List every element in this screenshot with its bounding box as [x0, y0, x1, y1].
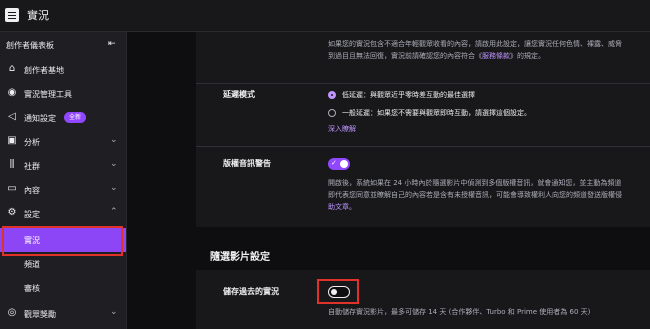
sidebar-item-label: 創作者基地 — [24, 66, 64, 75]
low-latency-option-text: 低延遲：與觀眾近乎零時差互動的最佳選擇 — [342, 91, 475, 99]
copyright-help-link[interactable]: 助文章。 — [328, 201, 356, 213]
normal-latency-radio[interactable] — [328, 109, 336, 117]
normal-latency-option-text: 一般延遲：如果您不需要與觀眾即時互動，請選擇這個設定。 — [342, 109, 531, 117]
sidebar-item-settings[interactable]: ⚙ 設定 ⌃ — [0, 202, 126, 226]
gear-icon: ⚙ — [7, 207, 17, 218]
divider — [196, 146, 650, 147]
sidebar-item-creator-home[interactable]: ⌂ 創作者基地 — [0, 58, 126, 82]
desc-text: 》的規定。 — [510, 52, 545, 60]
sidebar-item-label: 頻道 — [24, 260, 40, 269]
sidebar-item-label: 分析 — [24, 138, 40, 147]
main-content: 如果您的實況包含不適合年輕觀眾收看的內容，請啟用此設定，讓您實況任何色情、裸露、… — [127, 32, 650, 329]
chevron-up-icon: ⌃ — [110, 207, 118, 217]
sidebar-item-label: 社群 — [24, 162, 40, 171]
sidebar-subitem-moderation[interactable]: 審核 — [0, 276, 126, 300]
new-badge: 全新 — [64, 112, 87, 123]
highlight-box-toggle — [317, 279, 359, 304]
top-bar: 實況 — [0, 0, 650, 32]
copyright-audio-label: 版權音訊警告 — [223, 159, 271, 168]
sidebar-item-content[interactable]: ▭ 內容 ⌄ — [0, 178, 126, 202]
mature-content-desc-line1: 如果您的實況包含不適合年輕觀眾收看的內容，請啟用此設定，讓您實況任何色情、裸露、… — [328, 40, 622, 48]
broadcast-icon: ◉ — [7, 87, 17, 98]
learn-more-link[interactable]: 深入瞭解 — [328, 123, 356, 135]
megaphone-icon: ◁ — [8, 111, 16, 122]
desc-text: 到過目且無法回復，實況前請確認您的內容符合《 — [328, 52, 482, 60]
chevron-down-icon: ⌄ — [110, 307, 118, 317]
sidebar-title: 創作者儀表板 — [6, 41, 54, 50]
mature-content-desc-line2: 到過目且無法回復，實況前請確認您的內容符合《服務條款》的規定。 — [328, 50, 545, 62]
sidebar-item-label: 觀眾獎勵 — [24, 310, 56, 319]
highlight-box-sidebar — [2, 226, 123, 256]
copyright-audio-toggle[interactable]: ✓ — [328, 158, 350, 170]
sidebar: 創作者儀表板 ⇤ ⌂ 創作者基地 ◉ 實況管理工具 ◁ 通知設定 全新 ▣ 分析… — [0, 32, 127, 329]
page-title: 實況 — [27, 9, 49, 22]
check-icon: ✓ — [331, 159, 337, 167]
sidebar-item-label: 設定 — [24, 210, 40, 219]
collapse-sidebar-icon[interactable]: ⇤ — [108, 39, 116, 49]
hamburger-menu-icon[interactable] — [5, 8, 19, 22]
toggle-knob — [340, 160, 348, 168]
sidebar-item-label: 實況管理工具 — [24, 90, 72, 99]
community-icon: ⫼ — [9, 159, 15, 170]
sidebar-item-label: 審核 — [24, 284, 40, 293]
copyright-desc-line1: 開啟後，系統如果在 24 小時內於隨選影片中偵測到多個版權音訊，就會通知您，並主… — [328, 179, 622, 187]
save-past-broadcasts-desc: 自動儲存實況影片，最多可儲存 14 天 (合作夥伴、Turbo 和 Prime … — [328, 308, 591, 316]
low-latency-radio[interactable] — [328, 91, 336, 99]
analytics-icon: ▣ — [7, 135, 17, 146]
rewards-icon: ◎ — [7, 307, 17, 318]
vod-section-title: 隨選影片設定 — [210, 252, 270, 263]
sidebar-item-stream-manager[interactable]: ◉ 實況管理工具 — [0, 82, 126, 106]
sidebar-item-analytics[interactable]: ▣ 分析 ⌄ — [0, 130, 126, 154]
sidebar-item-label: 內容 — [24, 186, 40, 195]
sidebar-item-notifications[interactable]: ◁ 通知設定 全新 — [0, 106, 126, 130]
chevron-down-icon: ⌄ — [110, 159, 118, 169]
sidebar-item-community[interactable]: ⫼ 社群 ⌄ — [0, 154, 126, 178]
home-icon: ⌂ — [8, 63, 16, 74]
save-past-broadcasts-label: 儲存過去的實況 — [223, 287, 279, 296]
sidebar-item-viewer-rewards[interactable]: ◎ 觀眾獎勵 ⌄ — [0, 302, 126, 326]
chevron-down-icon: ⌄ — [110, 135, 118, 145]
latency-mode-label: 延遲模式 — [223, 90, 255, 99]
divider — [196, 83, 650, 84]
chevron-down-icon: ⌄ — [110, 183, 118, 193]
terms-of-service-link[interactable]: 服務條款 — [482, 52, 510, 60]
vod-settings-card: 儲存過去的實況 自動儲存實況影片，最多可儲存 14 天 (合作夥伴、Turbo … — [196, 270, 650, 329]
content-icon: ▭ — [7, 183, 17, 194]
stream-settings-card: 如果您的實況包含不適合年輕觀眾收看的內容，請啟用此設定，讓您實況任何色情、裸露、… — [196, 32, 650, 227]
sidebar-item-label: 通知設定 — [24, 114, 56, 123]
copyright-desc-line2: 即代表您同意並瞭解自己的內容若是含有未授權音訊，可能會導致權利人向您的頻道發送版… — [328, 191, 622, 199]
